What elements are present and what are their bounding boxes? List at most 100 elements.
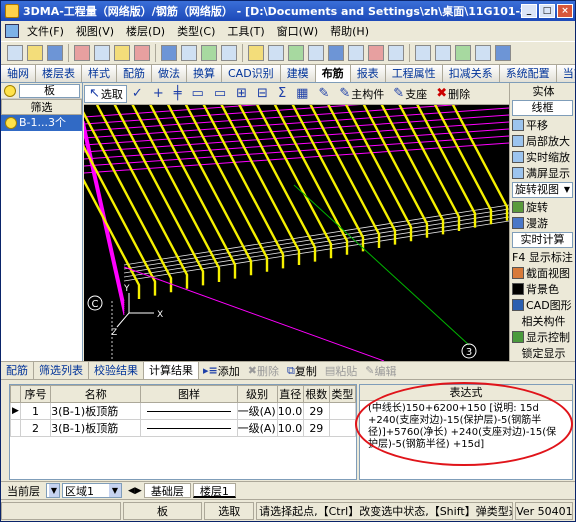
tab-cad-recognize[interactable]: CAD识别	[222, 65, 281, 82]
tab-rebar-layout[interactable]: 布筋	[315, 65, 351, 82]
copy-icon[interactable]	[94, 45, 110, 61]
slash-icon[interactable]	[495, 45, 511, 61]
new-file-icon[interactable]	[7, 45, 23, 61]
col-type[interactable]: 类型	[328, 385, 357, 403]
view3d-icon[interactable]	[475, 45, 491, 61]
checkmark-tool[interactable]: ✓	[127, 85, 148, 103]
redo-icon[interactable]	[268, 45, 284, 61]
cut-icon[interactable]	[74, 45, 90, 61]
tab-reinforcement[interactable]: 配筋	[117, 65, 152, 82]
rect-tool-2[interactable]: ▭	[209, 85, 231, 103]
open-folder-icon[interactable]	[27, 45, 43, 61]
fit-screen-button[interactable]: 满屏显示	[510, 165, 575, 181]
tab-style[interactable]: 样式	[82, 65, 117, 82]
3d-viewport[interactable]: C 3 X Y Z	[84, 105, 509, 361]
col-name[interactable]: 名称	[50, 385, 142, 403]
undo-icon[interactable]	[248, 45, 264, 61]
rect-tool-4[interactable]: ⊟	[252, 85, 273, 103]
realtime-zoom-button[interactable]: 实时缩放	[510, 149, 575, 165]
tab-floor-1[interactable]: 楼层1	[192, 483, 236, 498]
floor-dropdown[interactable]: ▼	[46, 483, 60, 498]
display-control-button[interactable]: 显示控制	[510, 329, 575, 345]
section-view-button[interactable]: 截面视图	[510, 265, 575, 281]
expression-text[interactable]: (中线长)150+6200+150 [说明: 15d +240(支座对边)-15…	[360, 401, 572, 451]
image-icon[interactable]	[221, 45, 237, 61]
rotate-button[interactable]: 旋转	[510, 199, 575, 215]
main-member-button[interactable]: ✎ 主构件	[334, 85, 388, 103]
paste-icon[interactable]	[114, 45, 130, 61]
wireframe-button[interactable]: 线框	[512, 100, 573, 116]
tab-check-result[interactable]: 校验结果	[89, 362, 144, 379]
rect-tool-3[interactable]: ⊞	[231, 85, 252, 103]
cad-graphic-button[interactable]: CAD图形	[510, 297, 575, 313]
tab-system-config[interactable]: 系统配置	[499, 65, 557, 82]
col-shape[interactable]: 图样	[140, 385, 238, 403]
menu-help[interactable]: 帮助(H)	[324, 23, 375, 39]
pan-button[interactable]: 平移	[510, 117, 575, 133]
orbit-icon[interactable]	[455, 45, 471, 61]
sum-tool[interactable]: Σ	[273, 85, 291, 103]
cross-tool[interactable]: +	[148, 85, 169, 103]
copy-button[interactable]: ⧉ 复制	[283, 363, 321, 379]
list-view-icon[interactable]	[181, 45, 197, 61]
paste-button[interactable]: ▤ 粘贴	[321, 363, 361, 379]
background-color-button[interactable]: 背景色	[510, 281, 575, 297]
viewport-canvas[interactable]: C 3 X Y Z	[84, 105, 509, 361]
measure-icon[interactable]	[348, 45, 364, 61]
tab-filter-list[interactable]: 筛选列表	[34, 362, 89, 379]
tab-report[interactable]: 报表	[350, 65, 386, 82]
support-button[interactable]: ✎ 支座	[388, 85, 431, 103]
tab-rebar-config[interactable]: 配筋	[1, 362, 34, 379]
member-list-item[interactable]: B-1...3个	[1, 115, 82, 131]
roam-button[interactable]: 漫游	[510, 215, 575, 231]
report-icon[interactable]	[308, 45, 324, 61]
menu-view[interactable]: 视图(V)	[70, 23, 120, 39]
delete-x-icon[interactable]	[134, 45, 150, 61]
filter-button[interactable]: 筛选	[1, 99, 82, 115]
realtime-calc-button[interactable]: 实时计算	[512, 232, 573, 248]
brush-tool[interactable]: ✎	[313, 85, 334, 103]
show-annotation-button[interactable]: F4 显示标注	[510, 249, 575, 265]
col-diameter[interactable]: 直径	[276, 385, 304, 403]
tab-current-floor[interactable]: 当前楼	[556, 65, 575, 82]
settings-icon[interactable]	[388, 45, 404, 61]
tab-project-props[interactable]: 工程属性	[385, 65, 443, 82]
grid-view-icon[interactable]	[161, 45, 177, 61]
table-row[interactable]: ▶ 1 3(B-1)板顶筋 一级(A) 10.0 29	[9, 402, 357, 420]
table-tool[interactable]: ▦	[291, 85, 313, 103]
double-bar-tool[interactable]: ╪	[169, 85, 187, 103]
menu-tools[interactable]: 工具(T)	[221, 23, 270, 39]
calc-icon[interactable]	[288, 45, 304, 61]
menu-type[interactable]: 类型(C)	[171, 23, 221, 39]
select-button[interactable]: ↖ 选取	[84, 84, 127, 103]
table-row[interactable]: 2 3(B-1)板顶筋 一级(A) 10.0 29	[9, 419, 357, 437]
minimize-button[interactable]: _	[521, 4, 537, 18]
col-grade[interactable]: 级别	[236, 385, 278, 403]
member-type-input[interactable]: 板	[19, 83, 80, 98]
add-button[interactable]: ▸≡ 添加	[199, 363, 244, 379]
tab-scroll-icon[interactable]: ◀▶	[128, 486, 142, 496]
delete-button[interactable]: ✖ 删除	[431, 85, 474, 103]
pan-icon[interactable]	[435, 45, 451, 61]
check-icon[interactable]	[368, 45, 384, 61]
tab-conversion[interactable]: 换算	[187, 65, 222, 82]
tab-axis[interactable]: 轴网	[1, 65, 36, 82]
menu-file[interactable]: 文件(F)	[21, 23, 70, 39]
local-zoom-button[interactable]: 局部放大	[510, 133, 575, 149]
edit-button[interactable]: ✎ 编辑	[361, 363, 400, 379]
tab-modeling[interactable]: 建模	[280, 65, 316, 82]
tab-foundation-floor[interactable]: 基础层	[143, 483, 191, 498]
bulb-icon[interactable]	[4, 84, 16, 97]
maximize-button[interactable]: □	[539, 4, 555, 18]
zoom-icon[interactable]	[415, 45, 431, 61]
tab-method[interactable]: 做法	[152, 65, 187, 82]
delete-row-button[interactable]: ✖ 删除	[244, 363, 283, 379]
col-no[interactable]: 序号	[20, 385, 52, 403]
menu-floor[interactable]: 楼层(D)	[120, 23, 171, 39]
save-icon[interactable]	[47, 45, 63, 61]
rect-tool-1[interactable]: ▭	[187, 85, 209, 103]
rotate-view-dropdown[interactable]: 旋转视图 ▼	[512, 182, 573, 198]
properties-icon[interactable]	[201, 45, 217, 61]
tab-deduction[interactable]: 扣减关系	[442, 65, 500, 82]
tab-calc-result[interactable]: 计算结果	[144, 362, 199, 379]
